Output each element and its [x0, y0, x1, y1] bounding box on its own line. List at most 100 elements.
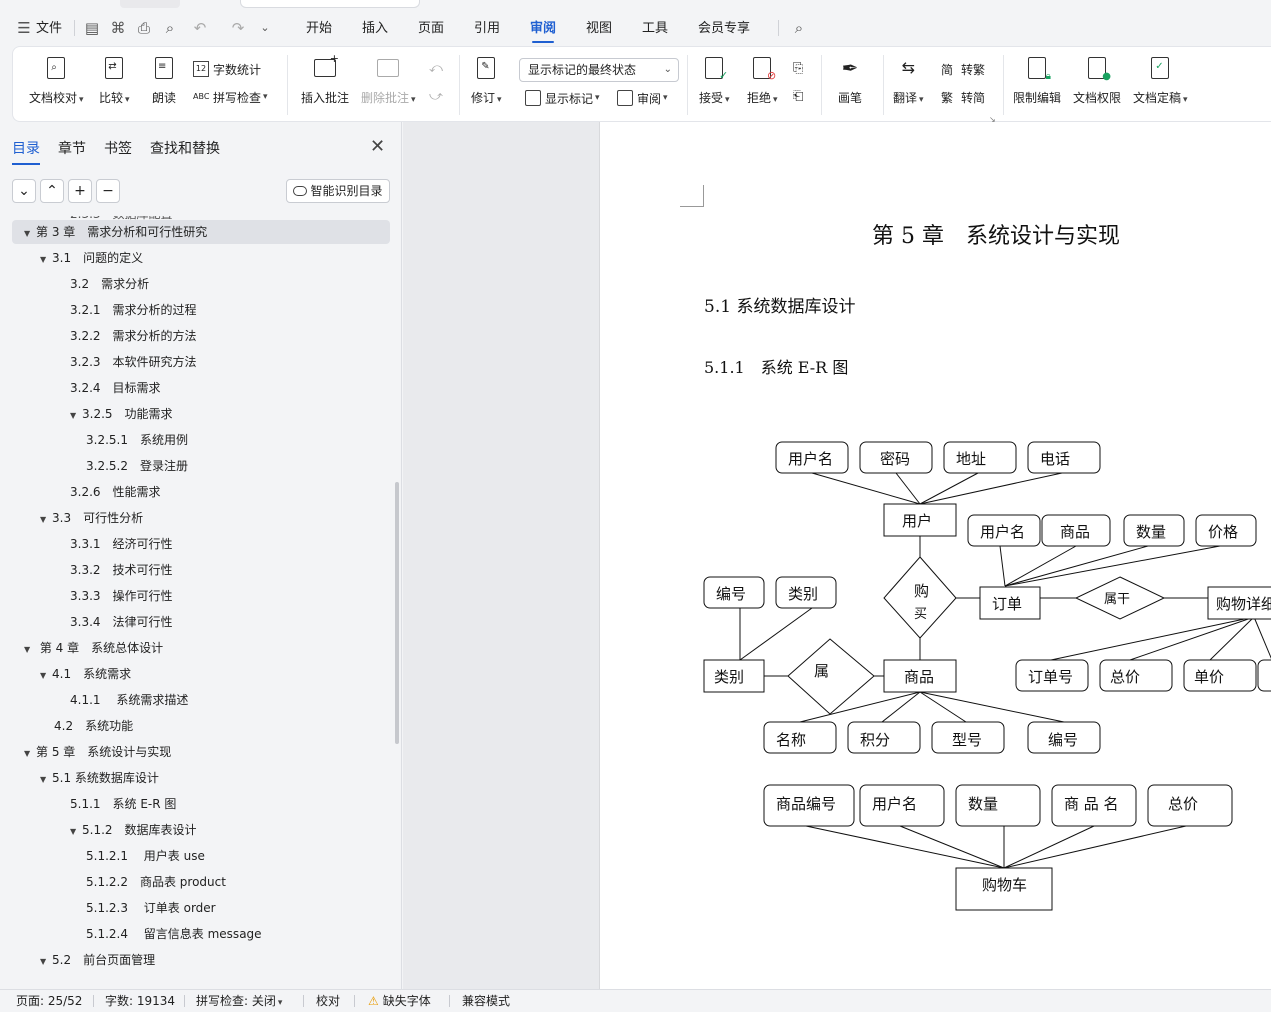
toc-item[interactable]: 5.1.2.1 用户表 use	[86, 844, 205, 868]
toc-item[interactable]: ▼ 第 5 章 系统设计与实现	[24, 740, 171, 764]
toc-item[interactable]: 3.2.5.2 登录注册	[86, 454, 188, 478]
toc-item[interactable]: ▼ 5.1.2 数据库表设计	[70, 818, 197, 842]
toc-item[interactable]: 3.2.3 本软件研究方法	[70, 350, 197, 374]
toc-item[interactable]: 3.2.5.1 系统用例	[86, 428, 188, 452]
tab-start[interactable]: 开始	[306, 18, 332, 40]
hamburger-menu-icon[interactable]: ☰	[14, 18, 34, 38]
tab-references[interactable]: 引用	[474, 18, 500, 40]
compare-button[interactable]: ⇄ 比较 ▾	[99, 55, 130, 106]
show-markup-button[interactable]: 显示标记 ▾	[525, 88, 600, 108]
doc-permission-button[interactable]: ● 文档权限	[1073, 55, 1121, 106]
translate-button[interactable]: ⇆ 翻译 ▾	[893, 55, 924, 106]
delete-comment-button[interactable]: 删除批注 ▾	[361, 55, 416, 106]
toc-item[interactable]: 5.1.2.2 商品表 product	[86, 870, 226, 894]
expand-arrow-icon[interactable]: ▼	[24, 222, 36, 246]
add-toc-item-button[interactable]: +	[68, 179, 92, 203]
print-icon[interactable]: ⎙	[134, 18, 154, 38]
link-icon[interactable]: ⌘	[108, 18, 128, 38]
tab-toc[interactable]: 目录	[12, 138, 40, 165]
remove-toc-item-button[interactable]: −	[96, 179, 120, 203]
tab-view[interactable]: 视图	[586, 18, 612, 40]
smart-toc-button[interactable]: 智能识别目录	[286, 179, 390, 203]
toc-item[interactable]: 3.2.4 目标需求	[70, 376, 161, 400]
print-preview-icon[interactable]: ⌕	[160, 18, 180, 38]
expand-arrow-icon[interactable]: ▼	[40, 664, 52, 688]
save-icon[interactable]: ▤	[82, 18, 102, 38]
toc-item[interactable]: ▼ 3.3 可行性分析	[40, 506, 143, 530]
proofread-button[interactable]: ⌕ 文档校对 ▾	[29, 55, 84, 106]
spell-check-status[interactable]: 拼写检查: 关闭 ▾	[196, 993, 282, 1009]
toc-item[interactable]: 3.2.2 需求分析的方法	[70, 324, 197, 348]
toc-scrollbar[interactable]	[395, 482, 399, 744]
expand-arrow-icon[interactable]: ▼	[40, 508, 52, 532]
toc-item[interactable]: ▼ 3.2.5 功能需求	[70, 402, 173, 426]
toc-item[interactable]: 5.1.2.4 留言信息表 message	[86, 922, 262, 946]
proof-status[interactable]: 校对	[316, 993, 340, 1009]
word-count-button[interactable]: 12 字数统计	[193, 59, 261, 79]
previous-change-button[interactable]: ⎘	[793, 59, 813, 79]
word-count-indicator[interactable]: 字数: 19134	[105, 993, 175, 1009]
tab-bookmarks[interactable]: 书签	[104, 138, 132, 158]
restrict-edit-button[interactable]: 🔒︎ 限制编辑	[1013, 55, 1061, 106]
reject-button[interactable]: ⊘ 拒绝 ▾	[747, 55, 778, 106]
insert-comment-button[interactable]: + 插入批注	[301, 52, 349, 106]
expand-arrow-icon[interactable]: ▼	[24, 742, 36, 766]
track-changes-button[interactable]: ✎ 修订 ▾	[471, 55, 502, 106]
document-window-tab[interactable]	[240, 0, 420, 8]
to-traditional-button[interactable]: 简 转繁	[941, 59, 985, 79]
toc-item[interactable]: 5.1.2.3 订单表 order	[86, 896, 216, 920]
undo-icon[interactable]: ↶	[190, 18, 210, 38]
tab-insert[interactable]: 插入	[362, 18, 388, 40]
to-simplified-button[interactable]: 繁 转简	[941, 87, 985, 107]
review-pane-button[interactable]: 审阅 ▾	[617, 88, 668, 108]
window-tab-fragment[interactable]	[120, 0, 180, 8]
toc-item[interactable]: 3.3.3 操作可行性	[70, 584, 173, 608]
toc-item[interactable]: 3.2.1 需求分析的过程	[70, 298, 197, 322]
toc-item[interactable]: 3.2.6 性能需求	[70, 480, 161, 504]
quick-access-more-icon[interactable]: ⌄	[255, 18, 275, 38]
tab-chapters[interactable]: 章节	[58, 138, 86, 158]
toc-item[interactable]: 4.1.1 系统需求描述	[70, 688, 188, 712]
toc-item[interactable]: 5.1.1 系统 E-R 图	[70, 792, 176, 816]
toc-item[interactable]: 3.2 需求分析	[70, 272, 149, 296]
toc-item[interactable]: ▼ 第 4 章 系统总体设计	[24, 636, 163, 660]
expand-arrow-icon[interactable]: ▼	[70, 404, 82, 428]
file-menu[interactable]: 文件	[36, 18, 62, 40]
tab-review[interactable]: 审阅	[530, 18, 556, 43]
tab-page[interactable]: 页面	[418, 18, 444, 40]
document-page[interactable]: 第 5 章 系统设计与实现 5.1 系统数据库设计 5.1.1 系统 E-R 图	[599, 122, 1271, 989]
expand-arrow-icon[interactable]: ▼	[40, 248, 52, 272]
previous-comment-button[interactable]: ⤺	[429, 59, 449, 79]
next-comment-button[interactable]: ⤻	[429, 87, 449, 107]
spell-check-button[interactable]: ABC 拼写检查 ▾	[193, 87, 268, 107]
toc-item[interactable]: ▼ 第 3 章 需求分析和可行性研究	[12, 220, 390, 244]
expand-arrow-icon[interactable]: ▼	[40, 768, 52, 792]
doc-finalize-button[interactable]: ✓ 文档定稿 ▾	[1133, 55, 1188, 106]
markup-state-select[interactable]: 显示标记的最终状态 ⌄	[519, 58, 679, 82]
toc-item[interactable]: ▼ 5.2 前台页面管理	[40, 948, 155, 972]
toc-item[interactable]: 3.3.1 经济可行性	[70, 532, 173, 556]
expand-arrow-icon[interactable]: ▼	[70, 820, 82, 844]
search-icon[interactable]: ⌕	[789, 18, 809, 38]
redo-icon[interactable]: ↷	[228, 18, 248, 38]
accept-button[interactable]: ✓ 接受 ▾	[699, 55, 730, 106]
expand-up-toc-button[interactable]: ⌃	[40, 179, 64, 203]
tab-member[interactable]: 会员专享	[698, 18, 750, 40]
missing-font-status[interactable]: ⚠ 缺失字体	[368, 993, 431, 1009]
toc-item[interactable]: ▼ 5.1 系统数据库设计	[40, 766, 159, 790]
page-indicator[interactable]: 页面: 25/52	[16, 993, 82, 1009]
next-change-button[interactable]: ⎗	[793, 87, 813, 107]
collapse-toc-button[interactable]: ⌄	[12, 179, 36, 203]
toc-item[interactable]: 3.3.4 法律可行性	[70, 610, 173, 634]
toc-item[interactable]: 4.2 系统功能	[54, 714, 133, 738]
read-aloud-button[interactable]: ≡ 朗读	[151, 55, 177, 106]
close-icon[interactable]: ✕	[370, 136, 385, 157]
toc-item[interactable]: ▼ 4.1 系统需求	[40, 662, 131, 686]
toc-item[interactable]: ▼ 3.1 问题的定义	[40, 246, 143, 270]
toc-item[interactable]: 3.3.2 技术可行性	[70, 558, 173, 582]
tab-tools[interactable]: 工具	[642, 18, 668, 40]
tab-find-replace[interactable]: 查找和替换	[150, 138, 220, 158]
pen-button[interactable]: ✒ 画笔	[837, 55, 863, 106]
expand-arrow-icon[interactable]: ▼	[24, 638, 36, 662]
expand-arrow-icon[interactable]: ▼	[40, 950, 52, 974]
